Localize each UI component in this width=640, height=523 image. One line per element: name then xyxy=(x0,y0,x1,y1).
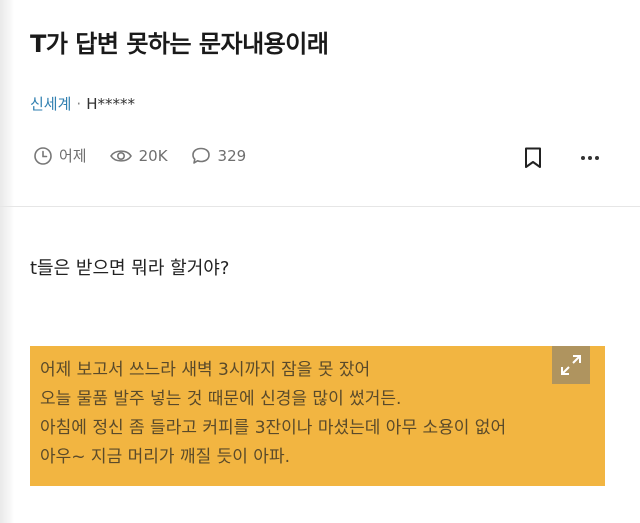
more-options-button[interactable] xyxy=(576,146,604,170)
image-text-line: 아침에 정신 좀 들라고 커피를 3잔이나 마셨는데 아무 소용이 없어 xyxy=(40,418,507,438)
expand-icon xyxy=(561,355,581,375)
clock-icon xyxy=(34,146,52,165)
post-meta: 어제 20K 329 xyxy=(33,145,246,166)
comment-count[interactable]: 329 xyxy=(190,146,247,166)
post-body-text: t들은 받으면 뭐라 할거야? xyxy=(30,258,230,279)
left-edge-shade xyxy=(0,0,14,523)
view-count-label: 20K xyxy=(138,146,168,165)
comment-count-label: 329 xyxy=(217,146,247,165)
author-row: 신세계 · H***** xyxy=(30,93,135,114)
board-link[interactable]: 신세계 xyxy=(30,93,71,114)
image-text-line: 오늘 물품 발주 넣는 것 때문에 신경을 많이 썼거든. xyxy=(40,389,402,409)
post-image[interactable]: 어제 보고서 쓰느라 새벽 3시까지 잠을 못 잤어 오늘 물품 발주 넣는 것… xyxy=(30,346,605,486)
post-time: 어제 xyxy=(33,145,87,166)
expand-image-button[interactable] xyxy=(552,346,590,384)
post-time-label: 어제 xyxy=(59,147,87,165)
page-title: T가 답변 못하는 문자내용이래 xyxy=(30,30,329,58)
image-text-block: 어제 보고서 쓰느라 새벽 3시까지 잠을 못 잤어 오늘 물품 발주 넣는 것… xyxy=(40,356,506,472)
bookmark-button[interactable] xyxy=(522,146,544,170)
view-count: 20K xyxy=(109,146,168,166)
image-text-line: 어제 보고서 쓰느라 새벽 3시까지 잠을 못 잤어 xyxy=(40,360,371,380)
author-name[interactable]: H***** xyxy=(86,95,135,113)
image-text-line: 아우~ 지금 머리가 깨질 듯이 아파. xyxy=(40,447,290,467)
bookmark-icon xyxy=(525,147,541,168)
header-divider xyxy=(0,206,640,207)
more-icon xyxy=(581,156,599,160)
author-separator: · xyxy=(76,94,82,113)
comment-icon xyxy=(191,147,210,164)
post-page: T가 답변 못하는 문자내용이래 신세계 · H***** 어제 20K 329 xyxy=(0,0,640,523)
eye-icon xyxy=(109,149,132,162)
